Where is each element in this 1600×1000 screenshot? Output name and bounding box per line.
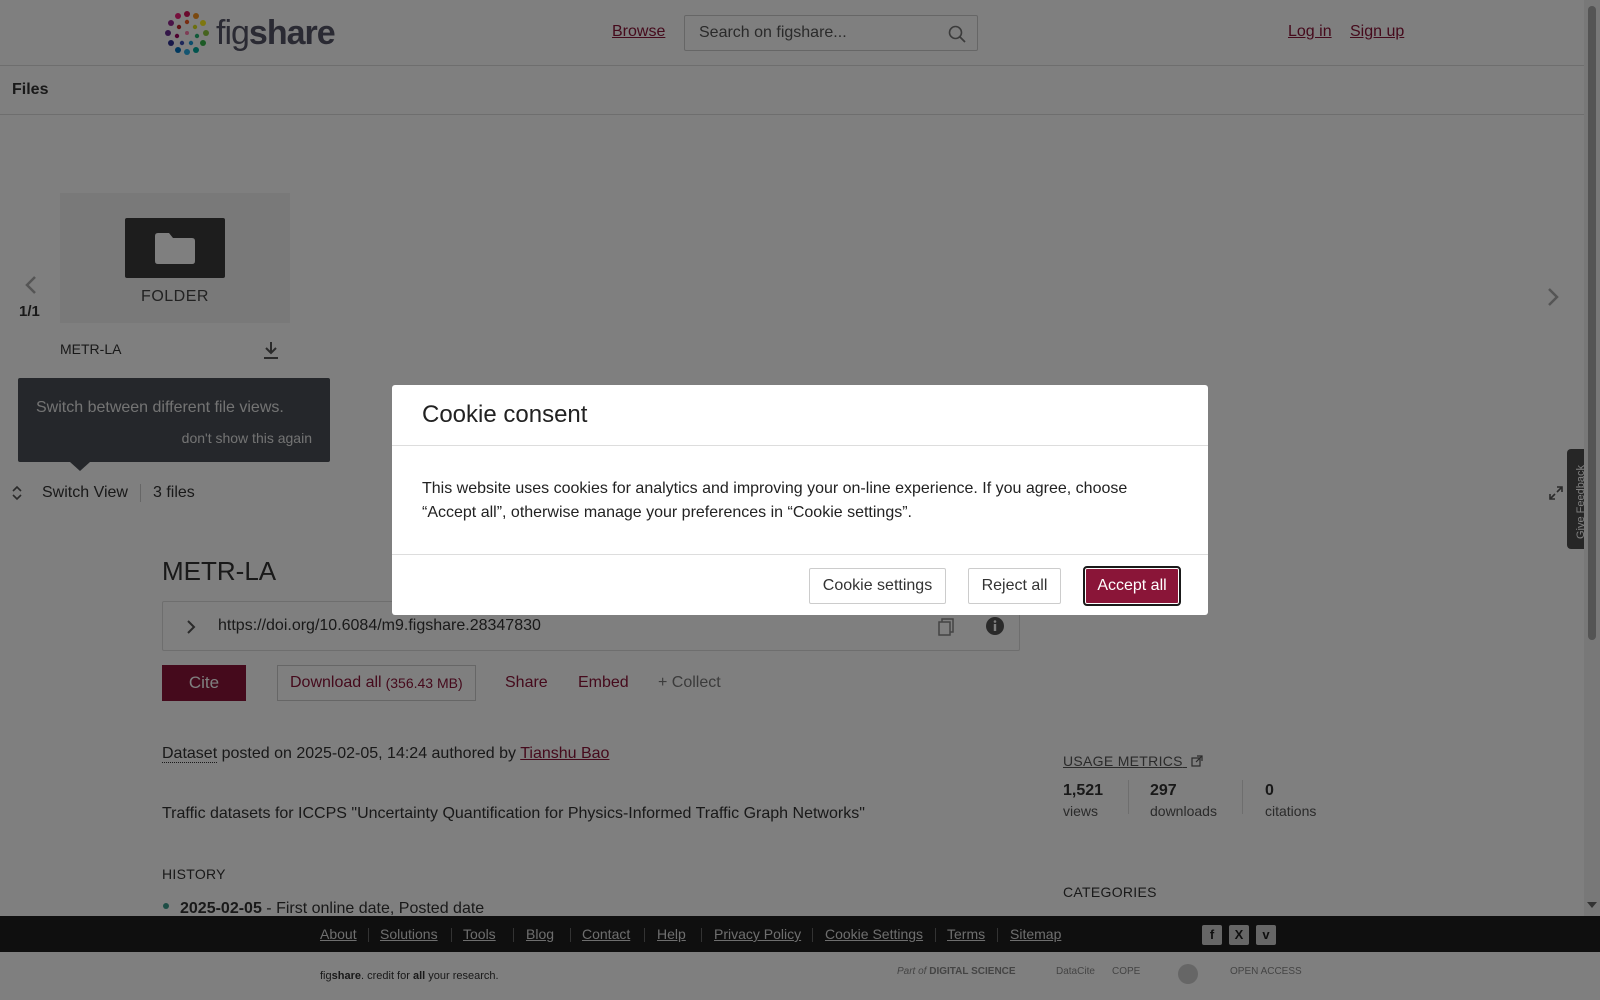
accept-all-button[interactable]: Accept all bbox=[1083, 566, 1181, 606]
cookie-settings-button[interactable]: Cookie settings bbox=[809, 568, 946, 604]
cookie-consent-body: This website uses cookies for analytics … bbox=[422, 480, 1128, 521]
dialog-divider bbox=[392, 445, 1208, 446]
reject-all-button[interactable]: Reject all bbox=[968, 568, 1061, 604]
cookie-consent-title: Cookie consent bbox=[422, 401, 588, 428]
dialog-divider bbox=[392, 554, 1208, 555]
cookie-consent-dialog: Cookie consent This website uses cookies… bbox=[392, 385, 1208, 615]
modal-backdrop-footer bbox=[0, 916, 1600, 1000]
